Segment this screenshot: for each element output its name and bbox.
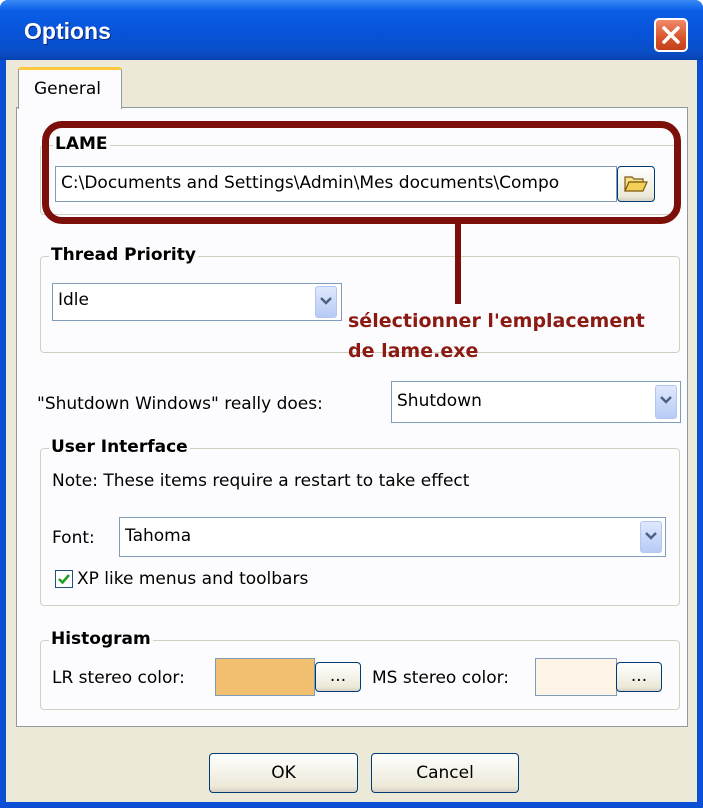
chevron-down-icon	[645, 532, 657, 540]
lr-stereo-color-swatch[interactable]	[215, 658, 315, 696]
xp-menus-checkbox[interactable]	[55, 570, 73, 588]
window-title: Options	[24, 18, 111, 44]
ok-button[interactable]: OK	[209, 753, 358, 793]
close-icon	[662, 26, 680, 44]
ms-browse-label: ...	[630, 666, 648, 686]
font-select[interactable]: Tahoma	[119, 517, 666, 557]
tab-general[interactable]: General	[18, 67, 122, 109]
thread-priority-dropdown-button[interactable]	[315, 286, 337, 318]
shutdown-select[interactable]: Shutdown	[391, 381, 681, 423]
thread-priority-select[interactable]: Idle	[52, 283, 342, 321]
annotation-text-line1: sélectionner l'emplacement	[348, 310, 645, 332]
xp-menus-label: XP like menus and toolbars	[77, 569, 309, 589]
font-label: Font:	[52, 528, 95, 548]
lr-browse-label: ...	[329, 666, 347, 686]
options-dialog: Options General LAME C:\Documents and Se…	[0, 0, 703, 808]
lr-color-browse-button[interactable]: ...	[315, 662, 361, 692]
annotation-text-line2: de lame.exe	[348, 340, 479, 362]
histogram-group-label: Histogram	[49, 629, 153, 649]
close-button[interactable]	[654, 18, 688, 52]
cancel-button-label: Cancel	[416, 763, 474, 783]
thread-priority-value: Idle	[58, 290, 89, 310]
checkmark-icon	[58, 574, 70, 585]
lame-highlight-box	[42, 121, 681, 224]
ms-stereo-color-label: MS stereo color:	[372, 668, 510, 688]
chevron-down-icon	[320, 297, 332, 305]
font-value: Tahoma	[125, 526, 192, 546]
title-bar[interactable]: Options	[0, 0, 703, 60]
font-dropdown-button[interactable]	[640, 521, 662, 553]
annotation-connector-line	[455, 224, 461, 304]
ms-color-browse-button[interactable]: ...	[616, 662, 662, 692]
shutdown-dropdown-button[interactable]	[655, 385, 677, 419]
ok-button-label: OK	[271, 763, 296, 783]
chevron-down-icon	[660, 396, 672, 404]
shutdown-value: Shutdown	[397, 391, 482, 411]
thread-priority-group-label: Thread Priority	[49, 245, 198, 265]
tab-general-label: General	[34, 79, 101, 99]
restart-note: Note: These items require a restart to t…	[52, 471, 470, 491]
lr-stereo-color-label: LR stereo color:	[52, 668, 185, 688]
shutdown-label: "Shutdown Windows" really does:	[37, 394, 323, 414]
ms-stereo-color-swatch[interactable]	[535, 658, 617, 696]
user-interface-group-label: User Interface	[49, 437, 190, 457]
cancel-button[interactable]: Cancel	[371, 753, 519, 793]
